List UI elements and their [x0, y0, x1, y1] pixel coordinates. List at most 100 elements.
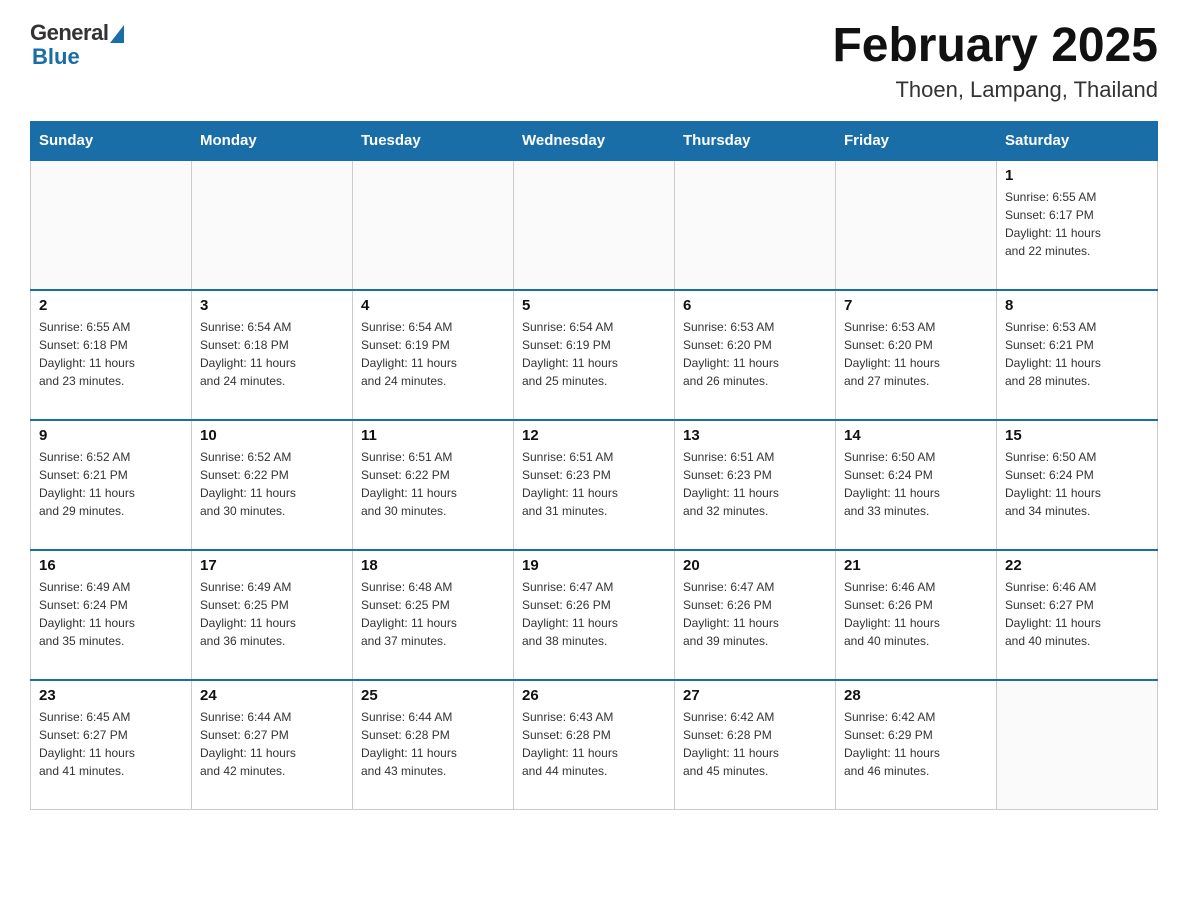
day-info: Sunrise: 6:54 AM Sunset: 6:19 PM Dayligh… — [522, 318, 666, 390]
day-number: 28 — [844, 687, 988, 704]
calendar-cell-w2-d3: 4Sunrise: 6:54 AM Sunset: 6:19 PM Daylig… — [353, 290, 514, 420]
calendar-cell-w3-d2: 10 Sunrise: 6:52 AM Sunset: 6:22 PM Dayli… — [192, 420, 353, 550]
calendar-cell-w2-d6: 7 Sunrise: 6:53 AM Sunset: 6:20 PM Daylig… — [836, 290, 997, 420]
header-wednesday: Wednesday — [514, 121, 675, 160]
header-sunday: Sunday — [31, 121, 192, 160]
header-saturday: Saturday — [997, 121, 1158, 160]
day-info: Sunrise: 6:42 AM Sunset: 6:29 PM Dayligh… — [844, 708, 988, 780]
day-number: 8 — [1005, 297, 1149, 314]
day-info: Sunrise: 6:44 AM Sunset: 6:27 PM Dayligh… — [200, 708, 344, 780]
day-info: Sunrise: 6:47 AM Sunset: 6:26 PM Dayligh… — [683, 578, 827, 650]
calendar-cell-w1-d1 — [31, 160, 192, 290]
day-number: 3 — [200, 297, 344, 314]
day-number: 7 — [844, 297, 988, 314]
calendar-week-5: 23 Sunrise: 6:45 AM Sunset: 6:27 PM Dayli… — [31, 680, 1158, 810]
day-number: 1 — [1005, 167, 1149, 184]
calendar-cell-w1-d6 — [836, 160, 997, 290]
location-title: Thoen, Lampang, Thailand — [832, 77, 1158, 103]
calendar-cell-w3-d3: 11 Sunrise: 6:51 AM Sunset: 6:22 PM Dayli… — [353, 420, 514, 550]
day-info: Sunrise: 6:50 AM Sunset: 6:24 PM Dayligh… — [844, 448, 988, 520]
calendar-cell-w2-d7: 8 Sunrise: 6:53 AM Sunset: 6:21 PM Daylig… — [997, 290, 1158, 420]
day-info: Sunrise: 6:45 AM Sunset: 6:27 PM Dayligh… — [39, 708, 183, 780]
day-number: 27 — [683, 687, 827, 704]
day-info: Sunrise: 6:43 AM Sunset: 6:28 PM Dayligh… — [522, 708, 666, 780]
day-number: 26 — [522, 687, 666, 704]
calendar-cell-w4-d1: 16 Sunrise: 6:49 AM Sunset: 6:24 PM Dayli… — [31, 550, 192, 680]
calendar-cell-w3-d4: 12 Sunrise: 6:51 AM Sunset: 6:23 PM Dayli… — [514, 420, 675, 550]
calendar-cell-w4-d4: 19 Sunrise: 6:47 AM Sunset: 6:26 PM Dayli… — [514, 550, 675, 680]
day-number: 16 — [39, 557, 183, 574]
day-info: Sunrise: 6:51 AM Sunset: 6:23 PM Dayligh… — [522, 448, 666, 520]
logo-blue-text: Blue — [32, 44, 80, 70]
calendar-table: SundayMondayTuesdayWednesdayThursdayFrid… — [30, 121, 1158, 811]
day-info: Sunrise: 6:53 AM Sunset: 6:20 PM Dayligh… — [844, 318, 988, 390]
calendar-cell-w1-d5 — [675, 160, 836, 290]
calendar-cell-w5-d2: 24 Sunrise: 6:44 AM Sunset: 6:27 PM Dayli… — [192, 680, 353, 810]
calendar-cell-w3-d6: 14 Sunrise: 6:50 AM Sunset: 6:24 PM Dayli… — [836, 420, 997, 550]
calendar-cell-w4-d3: 18 Sunrise: 6:48 AM Sunset: 6:25 PM Dayli… — [353, 550, 514, 680]
calendar-week-1: 1 Sunrise: 6:55 AM Sunset: 6:17 PM Daylig… — [31, 160, 1158, 290]
day-number: 24 — [200, 687, 344, 704]
calendar-cell-w3-d5: 13 Sunrise: 6:51 AM Sunset: 6:23 PM Dayli… — [675, 420, 836, 550]
day-number: 4 — [361, 297, 505, 314]
calendar-cell-w5-d7 — [997, 680, 1158, 810]
day-info: Sunrise: 6:42 AM Sunset: 6:28 PM Dayligh… — [683, 708, 827, 780]
title-section: February 2025 Thoen, Lampang, Thailand — [832, 20, 1158, 103]
day-number: 13 — [683, 427, 827, 444]
day-info: Sunrise: 6:53 AM Sunset: 6:21 PM Dayligh… — [1005, 318, 1149, 390]
day-number: 9 — [39, 427, 183, 444]
calendar-cell-w1-d4 — [514, 160, 675, 290]
day-number: 20 — [683, 557, 827, 574]
calendar-cell-w4-d2: 17 Sunrise: 6:49 AM Sunset: 6:25 PM Dayli… — [192, 550, 353, 680]
month-title: February 2025 — [832, 20, 1158, 73]
logo-general-text: General — [30, 20, 108, 46]
header-thursday: Thursday — [675, 121, 836, 160]
day-info: Sunrise: 6:49 AM Sunset: 6:25 PM Dayligh… — [200, 578, 344, 650]
logo-triangle-icon — [110, 25, 124, 43]
day-number: 25 — [361, 687, 505, 704]
day-info: Sunrise: 6:54 AM Sunset: 6:18 PM Dayligh… — [200, 318, 344, 390]
day-number: 21 — [844, 557, 988, 574]
day-info: Sunrise: 6:52 AM Sunset: 6:22 PM Dayligh… — [200, 448, 344, 520]
calendar-cell-w4-d5: 20 Sunrise: 6:47 AM Sunset: 6:26 PM Dayli… — [675, 550, 836, 680]
logo: General Blue — [30, 20, 124, 70]
calendar-cell-w1-d2 — [192, 160, 353, 290]
day-info: Sunrise: 6:48 AM Sunset: 6:25 PM Dayligh… — [361, 578, 505, 650]
day-info: Sunrise: 6:46 AM Sunset: 6:27 PM Dayligh… — [1005, 578, 1149, 650]
calendar-cell-w5-d6: 28 Sunrise: 6:42 AM Sunset: 6:29 PM Dayli… — [836, 680, 997, 810]
header-friday: Friday — [836, 121, 997, 160]
day-number: 17 — [200, 557, 344, 574]
day-info: Sunrise: 6:47 AM Sunset: 6:26 PM Dayligh… — [522, 578, 666, 650]
day-info: Sunrise: 6:53 AM Sunset: 6:20 PM Dayligh… — [683, 318, 827, 390]
header-monday: Monday — [192, 121, 353, 160]
calendar-cell-w5-d3: 25 Sunrise: 6:44 AM Sunset: 6:28 PM Dayli… — [353, 680, 514, 810]
calendar-cell-w4-d6: 21 Sunrise: 6:46 AM Sunset: 6:26 PM Dayli… — [836, 550, 997, 680]
day-info: Sunrise: 6:51 AM Sunset: 6:22 PM Dayligh… — [361, 448, 505, 520]
day-number: 14 — [844, 427, 988, 444]
day-number: 19 — [522, 557, 666, 574]
day-info: Sunrise: 6:46 AM Sunset: 6:26 PM Dayligh… — [844, 578, 988, 650]
day-number: 23 — [39, 687, 183, 704]
day-number: 2 — [39, 297, 183, 314]
day-info: Sunrise: 6:44 AM Sunset: 6:28 PM Dayligh… — [361, 708, 505, 780]
calendar-week-3: 9 Sunrise: 6:52 AM Sunset: 6:21 PM Daylig… — [31, 420, 1158, 550]
day-info: Sunrise: 6:51 AM Sunset: 6:23 PM Dayligh… — [683, 448, 827, 520]
day-number: 22 — [1005, 557, 1149, 574]
day-number: 12 — [522, 427, 666, 444]
day-number: 11 — [361, 427, 505, 444]
calendar-cell-w2-d4: 5 Sunrise: 6:54 AM Sunset: 6:19 PM Daylig… — [514, 290, 675, 420]
day-number: 5 — [522, 297, 666, 314]
day-info: Sunrise: 6:52 AM Sunset: 6:21 PM Dayligh… — [39, 448, 183, 520]
calendar-cell-w5-d5: 27 Sunrise: 6:42 AM Sunset: 6:28 PM Dayli… — [675, 680, 836, 810]
day-number: 18 — [361, 557, 505, 574]
calendar-cell-w5-d4: 26 Sunrise: 6:43 AM Sunset: 6:28 PM Dayli… — [514, 680, 675, 810]
calendar-cell-w2-d5: 6Sunrise: 6:53 AM Sunset: 6:20 PM Daylig… — [675, 290, 836, 420]
calendar-cell-w4-d7: 22 Sunrise: 6:46 AM Sunset: 6:27 PM Dayli… — [997, 550, 1158, 680]
calendar-week-2: 2Sunrise: 6:55 AM Sunset: 6:18 PM Daylig… — [31, 290, 1158, 420]
day-number: 10 — [200, 427, 344, 444]
calendar-week-4: 16 Sunrise: 6:49 AM Sunset: 6:24 PM Dayli… — [31, 550, 1158, 680]
day-info: Sunrise: 6:55 AM Sunset: 6:17 PM Dayligh… — [1005, 188, 1149, 260]
calendar-cell-w3-d1: 9 Sunrise: 6:52 AM Sunset: 6:21 PM Daylig… — [31, 420, 192, 550]
calendar-cell-w5-d1: 23 Sunrise: 6:45 AM Sunset: 6:27 PM Dayli… — [31, 680, 192, 810]
day-info: Sunrise: 6:49 AM Sunset: 6:24 PM Dayligh… — [39, 578, 183, 650]
